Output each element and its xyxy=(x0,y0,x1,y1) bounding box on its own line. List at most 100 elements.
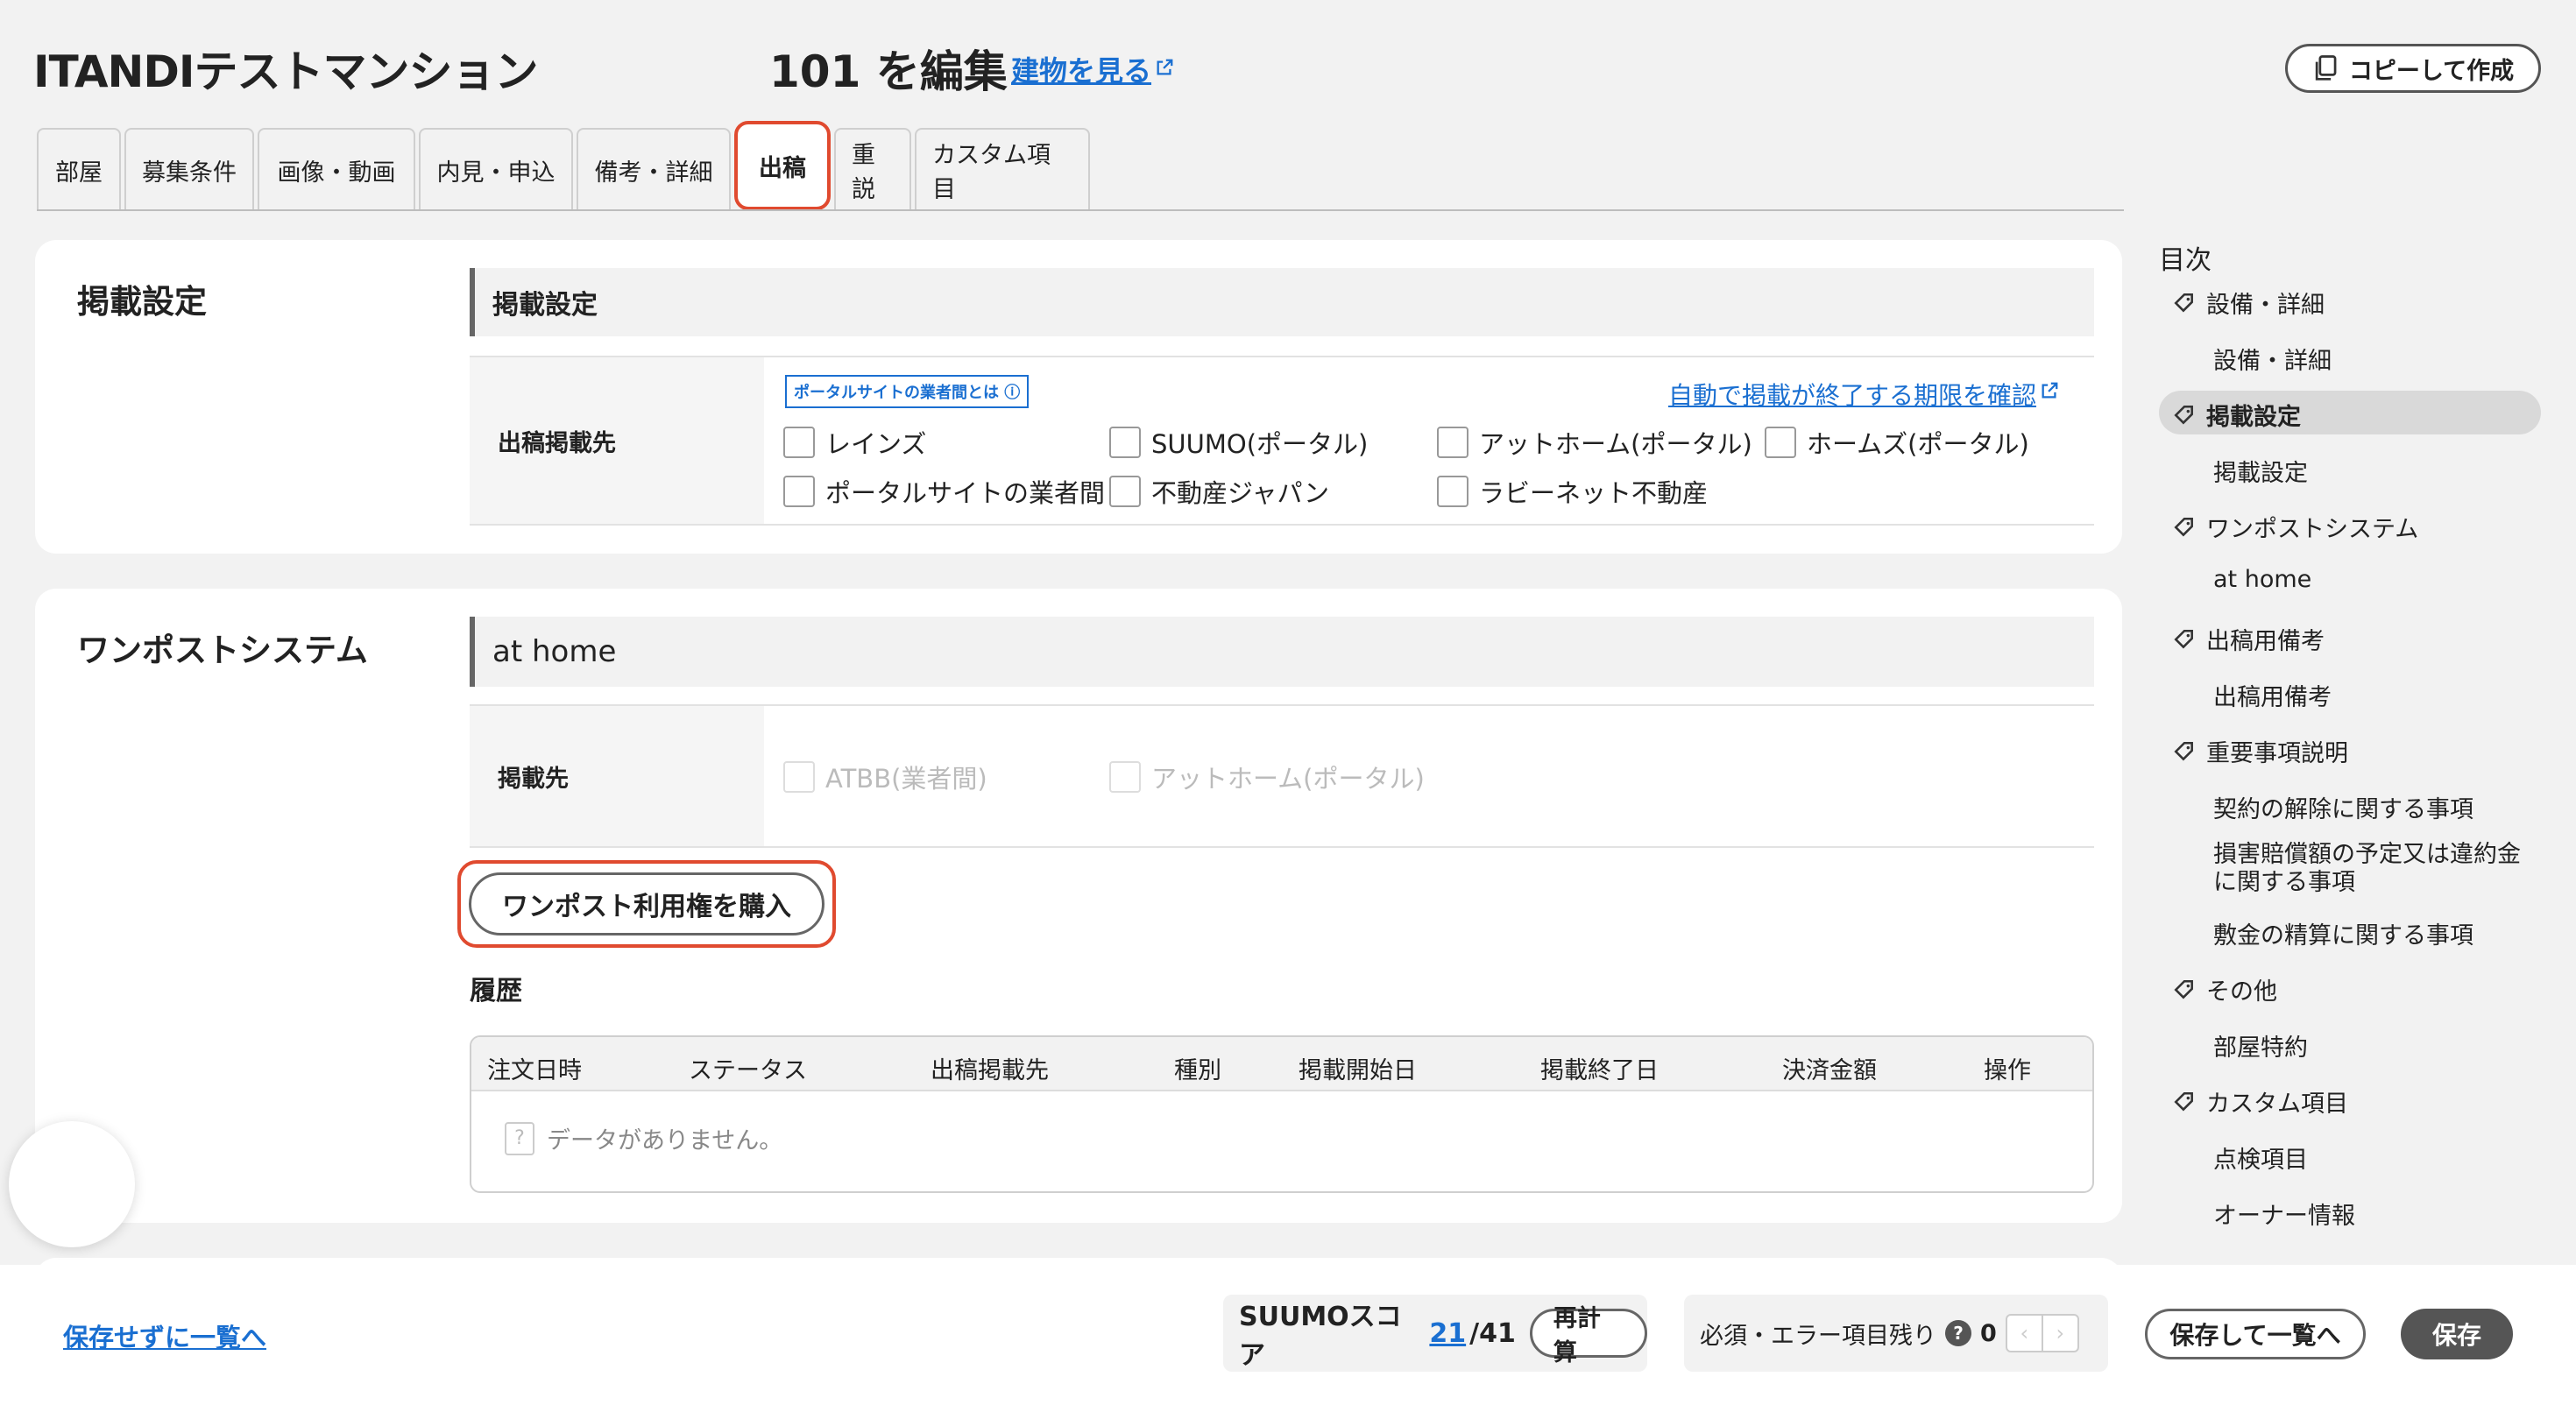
checkbox-rabbynet[interactable]: ラビーネット不動産 xyxy=(1437,473,1708,510)
remaining-label: 必須・エラー項目残り xyxy=(1700,1322,1936,1350)
checkbox-label: ポータルサイトの業者間 xyxy=(825,478,1106,508)
checkbox-box xyxy=(1437,476,1468,507)
tab-room[interactable]: 部屋 xyxy=(37,128,121,210)
external-link-icon xyxy=(2042,382,2058,399)
chevron-left-icon[interactable]: ‹ xyxy=(2007,1316,2042,1351)
checkbox-fudosan-japan[interactable]: 不動産ジャパン xyxy=(1109,473,1329,510)
portal-help-badge[interactable]: ポータルサイトの業者間とは ⓘ xyxy=(785,375,1030,408)
tab-viewing-application[interactable]: 内見・申込 xyxy=(419,128,573,210)
auto-end-link[interactable]: 自動で掲載が終了する期限を確認 xyxy=(1668,377,2059,412)
toc-label: ワンポストシステム xyxy=(2206,516,2419,543)
column-header: 種別 xyxy=(1174,1057,1221,1084)
portal-help-label: ポータルサイトの業者間とは xyxy=(794,384,999,402)
onepost-title: ワンポストシステム xyxy=(77,632,368,669)
score-value[interactable]: 21 xyxy=(1429,1318,1466,1349)
toc-child-athome[interactable]: at home xyxy=(2213,566,2311,593)
external-link-icon xyxy=(1157,59,1173,75)
tab-custom-items[interactable]: カスタム項目 xyxy=(915,128,1090,210)
toc-label: 出稿用備考 xyxy=(2206,628,2325,655)
history-table: 注文日時 ステータス 出稿掲載先 種別 掲載開始日 掲載終了日 決済金額 操作 … xyxy=(470,1035,2094,1193)
toc-label: 掲載設定 xyxy=(2206,404,2301,431)
checkbox-box xyxy=(783,761,815,793)
checkbox-box xyxy=(783,476,815,507)
recalculate-button[interactable]: 再計算 xyxy=(1529,1305,1647,1366)
onepost-target-label: 掲載先 xyxy=(470,706,764,846)
suumo-score-box: SUUMOスコア 21 /41 再計算 xyxy=(1223,1295,1647,1372)
listing-settings-title: 掲載設定 xyxy=(77,283,207,321)
checkbox-suumo-portal[interactable]: SUUMO(ポータル) xyxy=(1109,424,1368,461)
checkbox-reins[interactable]: レインズ xyxy=(783,424,926,461)
checkbox-box xyxy=(1437,427,1468,458)
toc-section-publish-notes[interactable]: 出稿用備考 xyxy=(2173,622,2325,656)
column-header: 掲載終了日 xyxy=(1540,1057,1659,1084)
empty-text: データがありません。 xyxy=(547,1127,783,1154)
tag-icon xyxy=(2174,405,2193,425)
checkbox-label: SUUMO(ポータル) xyxy=(1151,429,1369,459)
checkbox-athome-portal[interactable]: アットホーム(ポータル) xyxy=(1437,424,1752,461)
listing-settings-subheader: 掲載設定 xyxy=(470,268,2094,336)
score-total: /41 xyxy=(1469,1317,1516,1349)
copy-create-button[interactable]: コピーして作成 xyxy=(2285,44,2541,93)
column-header: 操作 xyxy=(1984,1057,2031,1084)
view-building-link[interactable]: 建物を見る xyxy=(1011,49,1174,89)
page-title: 101 を編集 xyxy=(769,46,1008,97)
tab-important-explanation[interactable]: 重説 xyxy=(834,128,911,210)
save-and-list-button[interactable]: 保存して一覧へ xyxy=(2145,1309,2366,1359)
toc-child-publish-notes[interactable]: 出稿用備考 xyxy=(2213,678,2332,712)
help-icon[interactable]: ? xyxy=(1945,1320,1971,1346)
checkbox-label: 不動産ジャパン xyxy=(1151,478,1330,508)
toc-section-onepost[interactable]: ワンポストシステム xyxy=(2173,510,2418,544)
toc-label: その他 xyxy=(2206,978,2277,1006)
save-button[interactable]: 保存 xyxy=(2401,1309,2513,1359)
app-title: ITANDIテストマンション xyxy=(33,46,538,97)
toc-section-other[interactable]: その他 xyxy=(2173,972,2277,1006)
tab-publishing[interactable]: 出稿 xyxy=(734,121,831,210)
buy-onepost-button[interactable]: ワンポスト利用権を購入 xyxy=(469,872,824,935)
tag-icon xyxy=(2174,517,2193,537)
toc-child-owner[interactable]: オーナー情報 xyxy=(2213,1197,2355,1231)
checkbox-atbb[interactable]: ATBB(業者間) xyxy=(783,759,987,795)
empty-row: ? データがありません。 xyxy=(505,1121,782,1155)
leave-without-saving-link[interactable]: 保存せずに一覧へ xyxy=(63,1317,266,1354)
toc-child-contract-cancel[interactable]: 契約の解除に関する事項 xyxy=(2213,790,2473,824)
error-nav: ‹ › xyxy=(2005,1314,2079,1352)
toc-child-damages[interactable]: 損害賠償額の予定又は違約金に関する事項 xyxy=(2213,841,2529,897)
checkbox-label: アットホーム(ポータル) xyxy=(1479,429,1752,459)
checkbox-box xyxy=(1765,427,1796,458)
toc-child-equipment[interactable]: 設備・詳細 xyxy=(2213,342,2332,376)
toc-child-deposit[interactable]: 敷金の精算に関する事項 xyxy=(2213,916,2473,950)
tab-notes-details[interactable]: 備考・詳細 xyxy=(577,128,731,210)
toc-label: 設備・詳細 xyxy=(2206,292,2325,319)
toc-label: 重要事項説明 xyxy=(2206,740,2348,767)
checkbox-label: ホームズ(ポータル) xyxy=(1807,429,2029,459)
chevron-right-icon[interactable]: › xyxy=(2041,1316,2077,1351)
tag-icon xyxy=(2174,1091,2193,1112)
toc-label: カスタム項目 xyxy=(2206,1091,2348,1118)
toc-child-listing-settings[interactable]: 掲載設定 xyxy=(2213,454,2308,488)
history-header-row: 注文日時 ステータス 出稿掲載先 種別 掲載開始日 掲載終了日 決済金額 操作 xyxy=(471,1037,2092,1091)
column-header: 決済金額 xyxy=(1782,1057,1877,1084)
checkbox-label: レインズ xyxy=(825,429,927,459)
toc-section-listing-settings[interactable]: 掲載設定 xyxy=(2173,398,2301,432)
checkbox-athome-portal-onepost[interactable]: アットホーム(ポータル) xyxy=(1109,759,1425,795)
tab-recruit-conditions[interactable]: 募集条件 xyxy=(124,128,254,210)
checkbox-box xyxy=(1109,761,1141,793)
checkbox-label: ATBB(業者間) xyxy=(825,764,987,794)
checkbox-portal-b2b[interactable]: ポータルサイトの業者間 xyxy=(783,473,1105,510)
column-header: 掲載開始日 xyxy=(1299,1057,1417,1084)
tabs-divider xyxy=(37,209,2124,211)
remaining-items-box: 必須・エラー項目残り ? 0 ‹ › xyxy=(1684,1295,2108,1372)
toc-child-room-special[interactable]: 部屋特約 xyxy=(2213,1028,2308,1063)
toc-section-equipment[interactable]: 設備・詳細 xyxy=(2173,286,2325,320)
floating-chat-button[interactable] xyxy=(9,1121,135,1247)
publish-target-label: 出稿掲載先 xyxy=(470,357,764,524)
toc-section-custom[interactable]: カスタム項目 xyxy=(2173,1084,2348,1119)
toc-section-important-explanation[interactable]: 重要事項説明 xyxy=(2173,734,2348,768)
buy-button-highlight: ワンポスト利用権を購入 xyxy=(457,860,836,948)
checkbox-homes-portal[interactable]: ホームズ(ポータル) xyxy=(1765,424,2029,461)
toc-title: 目次 xyxy=(2159,245,2212,276)
checkbox-label: アットホーム(ポータル) xyxy=(1151,764,1425,794)
copy-create-label: コピーして作成 xyxy=(2348,57,2515,85)
tab-images-video[interactable]: 画像・動画 xyxy=(258,128,415,210)
toc-child-inspection[interactable]: 点検項目 xyxy=(2213,1140,2308,1175)
